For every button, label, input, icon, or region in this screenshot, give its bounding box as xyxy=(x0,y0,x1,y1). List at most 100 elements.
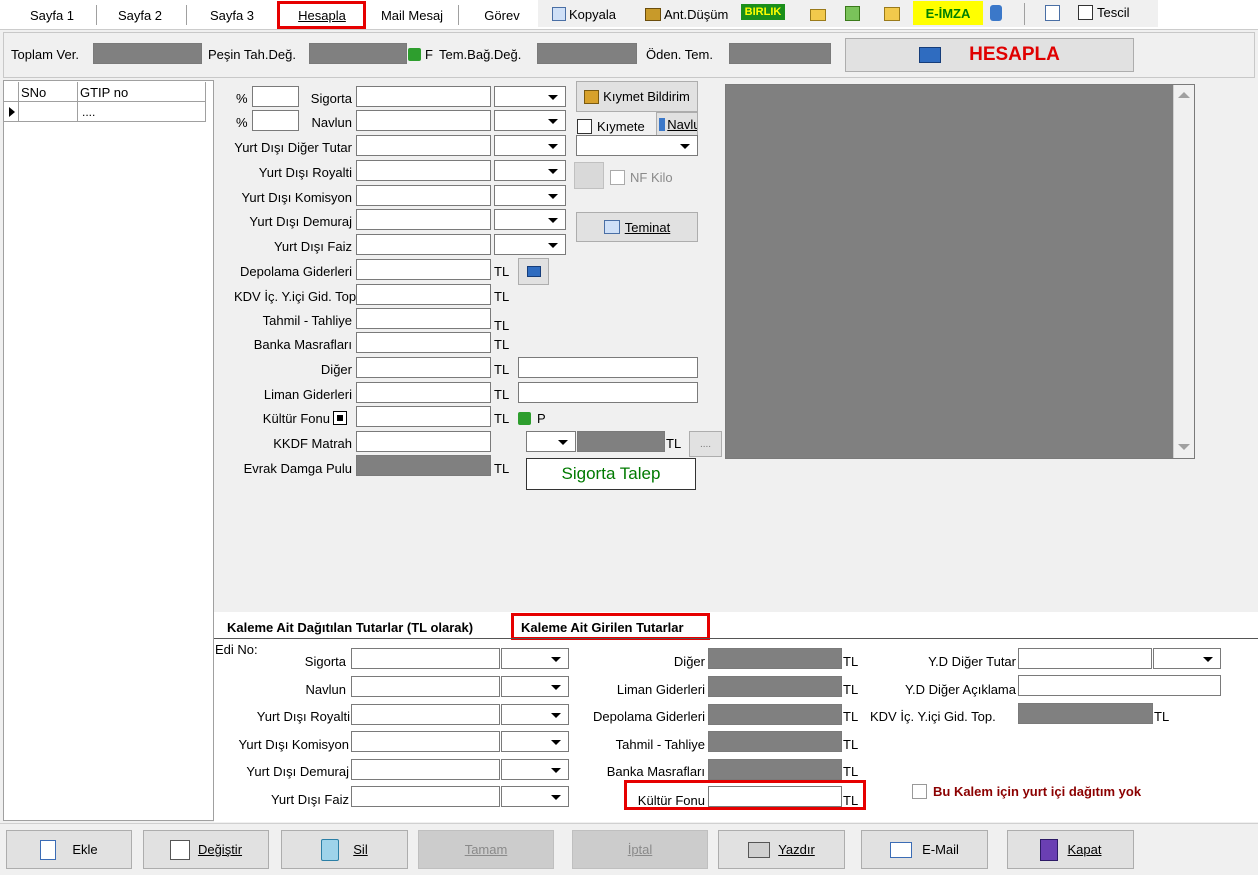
yd-royalti-input[interactable] xyxy=(356,160,491,181)
diger-aciklama-input[interactable] xyxy=(518,357,698,378)
lower-yd-komisyon-label: Yurt Dışı Komisyon xyxy=(238,737,349,752)
navlun-currency-select[interactable] xyxy=(494,110,566,131)
navlun-input[interactable] xyxy=(356,110,491,131)
lower-kdv-ic-field[interactable] xyxy=(1018,703,1153,724)
tamam-button[interactable]: Tamam xyxy=(418,830,554,869)
email-button[interactable]: E-Mail xyxy=(861,830,988,869)
eimza-button[interactable]: E-İMZA xyxy=(913,1,983,25)
grid-col-gtip[interactable]: GTIP no xyxy=(80,85,128,100)
grid-col-sno[interactable]: SNo xyxy=(21,85,46,100)
folder-arrow-icon[interactable] xyxy=(884,7,900,21)
memo-scrollbar[interactable] xyxy=(1173,85,1194,458)
banka-input[interactable] xyxy=(356,332,491,353)
lower-yd-komisyon-input[interactable] xyxy=(351,731,500,752)
yd-faiz-input[interactable] xyxy=(356,234,491,255)
play-arrow-icon[interactable] xyxy=(518,412,531,425)
lower-yd-faiz-currency-select[interactable] xyxy=(501,786,569,807)
lower-navlun-input[interactable] xyxy=(351,676,500,697)
play-arrow-icon[interactable] xyxy=(408,48,421,61)
nf-kilo-checkbox[interactable] xyxy=(610,170,625,185)
ant-dusum-button[interactable]: Ant.Düşüm xyxy=(645,5,728,23)
kapat-button[interactable]: Kapat xyxy=(1007,830,1134,869)
ekle-button[interactable]: Ekle xyxy=(6,830,132,869)
sil-button[interactable]: Sil xyxy=(281,830,408,869)
tab-sayfa-2[interactable]: Sayfa 2 xyxy=(102,3,178,27)
lower-sigorta-input[interactable] xyxy=(351,648,500,669)
teminat-button[interactable]: Teminat xyxy=(576,212,698,242)
oden-tem-field[interactable] xyxy=(729,43,831,64)
depolama-input[interactable] xyxy=(356,259,491,280)
tab-mail-mesaj[interactable]: Mail Mesaj xyxy=(372,3,452,27)
liman-input[interactable] xyxy=(356,382,491,403)
lower-yd-royalti-currency-select[interactable] xyxy=(501,704,569,725)
sigorta-input[interactable] xyxy=(356,86,491,107)
sigorta-talep-button[interactable]: Sigorta Talep xyxy=(526,458,696,490)
f-label: F xyxy=(425,47,433,62)
kiymet-bildirim-button[interactable]: Kıymet Bildirim xyxy=(576,81,698,112)
degistir-button[interactable]: Değiştir xyxy=(143,830,269,869)
lower-yd-komisyon-currency-select[interactable] xyxy=(501,731,569,752)
kkdf-currency-select[interactable] xyxy=(526,431,576,452)
scroll-down-icon[interactable] xyxy=(1178,444,1190,450)
lower-banka-field[interactable] xyxy=(708,759,842,780)
yd-diger-tutar-input[interactable] xyxy=(356,135,491,156)
pesin-tah-field[interactable] xyxy=(309,43,407,64)
tab-sayfa-1[interactable]: Sayfa 1 xyxy=(14,3,90,27)
sigorta-currency-select[interactable] xyxy=(494,86,566,107)
folder-open-icon[interactable] xyxy=(810,9,826,21)
liman-aciklama-input[interactable] xyxy=(518,382,698,403)
memo-panel[interactable] xyxy=(725,84,1195,459)
yd-royalti-currency-select[interactable] xyxy=(494,160,566,181)
tescil-checkbox[interactable] xyxy=(1078,5,1093,20)
tahmil-input[interactable] xyxy=(356,308,491,329)
navlu-button[interactable]: Navlu xyxy=(656,112,698,136)
evrak-field[interactable] xyxy=(356,455,491,476)
depolama-calc-button[interactable] xyxy=(518,258,549,285)
lower-sigorta-currency-select[interactable] xyxy=(501,648,569,669)
toplam-ver-field[interactable] xyxy=(93,43,202,64)
lower-yd-royalti-input[interactable] xyxy=(351,704,500,725)
tab-sayfa-3[interactable]: Sayfa 3 xyxy=(194,3,270,27)
yd-diger-tutar-currency-select[interactable] xyxy=(494,135,566,156)
kopyala-button[interactable]: Kopyala xyxy=(552,5,616,23)
tem-bag-field[interactable] xyxy=(537,43,637,64)
lower-yd-faiz-input[interactable] xyxy=(351,786,500,807)
iptal-button[interactable]: İptal xyxy=(572,830,708,869)
kultur-input[interactable] xyxy=(356,406,491,427)
kkdf-label: KKDF Matrah xyxy=(273,436,352,451)
lower-yd-diger-tutar-input[interactable] xyxy=(1018,648,1152,669)
scroll-up-icon[interactable] xyxy=(1178,92,1190,98)
kkdf-ellipsis-button[interactable]: .... xyxy=(689,431,722,457)
lower-depolama-field[interactable] xyxy=(708,704,842,725)
tab-gorev[interactable]: Görev xyxy=(468,3,536,27)
table-row[interactable] xyxy=(4,103,206,122)
kultur-stop-icon[interactable] xyxy=(333,411,347,425)
yazdir-button[interactable]: Yazdır xyxy=(718,830,845,869)
yd-komisyon-currency-select[interactable] xyxy=(494,185,566,206)
yd-demuraj-input[interactable] xyxy=(356,209,491,230)
kdv-ic-input[interactable] xyxy=(356,284,491,305)
lower-yd-diger-aciklama-input[interactable] xyxy=(1018,675,1221,696)
lower-yd-demuraj-currency-select[interactable] xyxy=(501,759,569,780)
kkdf-input[interactable] xyxy=(356,431,491,452)
hesapla-button[interactable]: HESAPLA xyxy=(845,38,1134,72)
lower-navlun-currency-select[interactable] xyxy=(501,676,569,697)
yd-faiz-currency-select[interactable] xyxy=(494,234,566,255)
lower-diger-field[interactable] xyxy=(708,648,842,669)
yurt-ici-yok-checkbox[interactable] xyxy=(912,784,927,799)
upload-icon[interactable] xyxy=(845,6,860,21)
kiymete-checkbox[interactable] xyxy=(577,119,592,134)
yd-demuraj-currency-select[interactable] xyxy=(494,209,566,230)
lower-yd-diger-tutar-currency-select[interactable] xyxy=(1153,648,1221,669)
diger-input[interactable] xyxy=(356,357,491,378)
birlik-button[interactable]: BIRLIK xyxy=(741,4,785,20)
preview-icon[interactable] xyxy=(1045,5,1060,21)
lower-liman-field[interactable] xyxy=(708,676,842,697)
lower-yd-demuraj-input[interactable] xyxy=(351,759,500,780)
tab-dagitilan[interactable]: Kaleme Ait Dağıtılan Tutarlar (TL olarak… xyxy=(227,620,473,635)
kiymet-select[interactable] xyxy=(576,135,698,156)
yd-komisyon-input[interactable] xyxy=(356,185,491,206)
usb-token-icon[interactable] xyxy=(990,5,1002,21)
lower-tahmil-field[interactable] xyxy=(708,731,842,752)
kkdf-amount-field[interactable] xyxy=(577,431,665,452)
